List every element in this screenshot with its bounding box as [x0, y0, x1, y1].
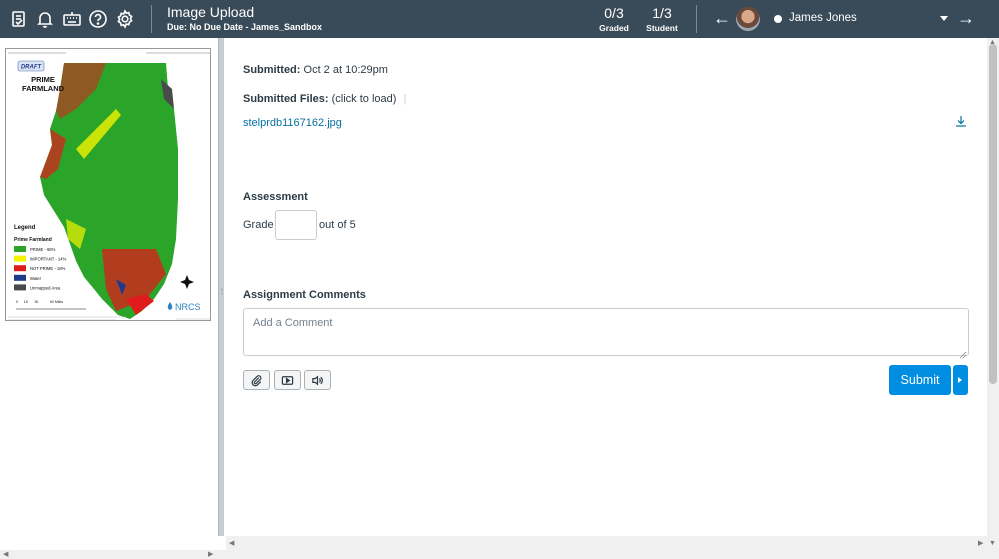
map-legend-swatch: [14, 246, 26, 252]
grade-input[interactable]: [275, 210, 317, 240]
horizontal-scrollbar[interactable]: [226, 536, 987, 550]
submitted-files-hint: (click to load): [331, 93, 397, 105]
pane-resize-handle[interactable]: [218, 38, 224, 536]
chevron-down-icon[interactable]: [940, 16, 948, 21]
submission-image[interactable]: DRAFT PRIME FARMLAND Legend Prime Farmla…: [5, 48, 211, 321]
vertical-scrollbar-thumb[interactable]: [989, 44, 997, 384]
submit-options-toggle[interactable]: [953, 365, 968, 395]
comments-heading: Assignment Comments: [243, 289, 366, 301]
map-legend-label: Unmapped Area: [30, 285, 61, 290]
map-legend-label: NOT PRIME - 18%: [30, 266, 66, 271]
help-icon[interactable]: [87, 8, 109, 30]
map-logo-text: NRCS: [175, 302, 201, 312]
grading-pane: Submitted: Oct 2 at 10:29pm Submitted Fi…: [226, 38, 987, 536]
submitted-date: Submitted: Oct 2 at 10:29pm: [243, 64, 388, 76]
bottom-scroll-strip: [218, 550, 999, 559]
map-legend-swatch: [14, 265, 26, 272]
previous-student-arrow-icon[interactable]: ←: [713, 9, 731, 27]
grade-out-of: out of 5: [319, 219, 356, 231]
svg-text:PRIME: PRIME: [31, 75, 55, 84]
submitted-files: Submitted Files: (click to load) |: [243, 93, 406, 105]
next-student-arrow-icon[interactable]: →: [957, 9, 975, 27]
bell-icon[interactable]: [34, 8, 56, 30]
submitted-file-link[interactable]: stelprdb1167162.jpg: [243, 117, 342, 129]
map-legend-label: PRIME - 68%: [30, 247, 56, 252]
attach-file-button[interactable]: [243, 370, 270, 390]
submission-preview-pane: DRAFT PRIME FARMLAND Legend Prime Farmla…: [0, 38, 218, 550]
map-legend-subtitle: Prime Farmland: [14, 237, 52, 243]
assignment-due-info: Due: No Due Date - James_Sandbox: [167, 22, 323, 32]
map-legend-swatch: [14, 274, 26, 281]
assignment-title[interactable]: Image Upload: [167, 4, 254, 20]
paperclip-icon: [251, 374, 262, 386]
speaker-icon: [312, 375, 323, 385]
assessment-heading: Assessment: [243, 191, 308, 203]
map-legend-title: Legend: [14, 225, 36, 231]
student-count: 1/3 Student: [645, 5, 679, 33]
svg-text:FARMLAND: FARMLAND: [22, 84, 65, 93]
map-legend-swatch: [14, 255, 26, 262]
submitted-value: Oct 2 at 10:29pm: [303, 64, 388, 76]
submitted-label: Submitted:: [243, 64, 301, 76]
header-divider: [696, 5, 697, 33]
student-label: Student: [646, 23, 678, 33]
scroll-right-icon[interactable]: ▶: [978, 539, 983, 547]
map-legend-swatch: [14, 284, 26, 291]
speedgrader-header: Image Upload Due: No Due Date - James_Sa…: [0, 0, 999, 38]
student-value: 1/3: [652, 5, 672, 21]
scroll-right-icon[interactable]: ▶: [208, 550, 213, 558]
media-comment-button[interactable]: [274, 370, 301, 390]
header-divider: [151, 5, 152, 33]
scroll-left-icon[interactable]: ◀: [229, 539, 234, 547]
assignments-icon[interactable]: [8, 8, 30, 30]
resize-grip-icon: ⋮: [219, 289, 225, 295]
video-icon: [281, 375, 294, 385]
preview-horizontal-scrollbar[interactable]: [0, 550, 218, 559]
submitted-files-label: Submitted Files:: [243, 93, 329, 105]
map-draft-label: DRAFT: [21, 65, 43, 71]
status-dot-icon: [774, 15, 782, 23]
submit-comment-button[interactable]: Submit: [889, 365, 951, 395]
graded-label: Graded: [599, 23, 629, 33]
student-name[interactable]: James Jones: [789, 12, 857, 24]
divider-bar: |: [403, 93, 407, 105]
gear-icon[interactable]: [114, 8, 136, 30]
textarea-resize-icon[interactable]: [959, 346, 967, 359]
download-icon[interactable]: [954, 114, 968, 128]
svg-text:0 15 30: 0 15 30 60 Miles: [16, 300, 63, 304]
scroll-up-icon[interactable]: ▲: [989, 39, 996, 46]
scroll-left-icon[interactable]: ◀: [3, 550, 8, 558]
graded-value: 0/3: [604, 5, 624, 21]
keyboard-icon[interactable]: [61, 8, 83, 30]
speech-recognition-button[interactable]: [304, 370, 331, 390]
comment-textarea[interactable]: Add a Comment: [243, 308, 969, 356]
map-legend-label: Water: [30, 276, 42, 281]
grade-label: Grade: [243, 219, 274, 231]
graded-count: 0/3 Graded: [598, 5, 630, 33]
map-legend-label: IMPORTANT - 14%: [30, 257, 67, 262]
scroll-down-icon[interactable]: ▼: [989, 540, 996, 547]
avatar: [736, 7, 760, 31]
